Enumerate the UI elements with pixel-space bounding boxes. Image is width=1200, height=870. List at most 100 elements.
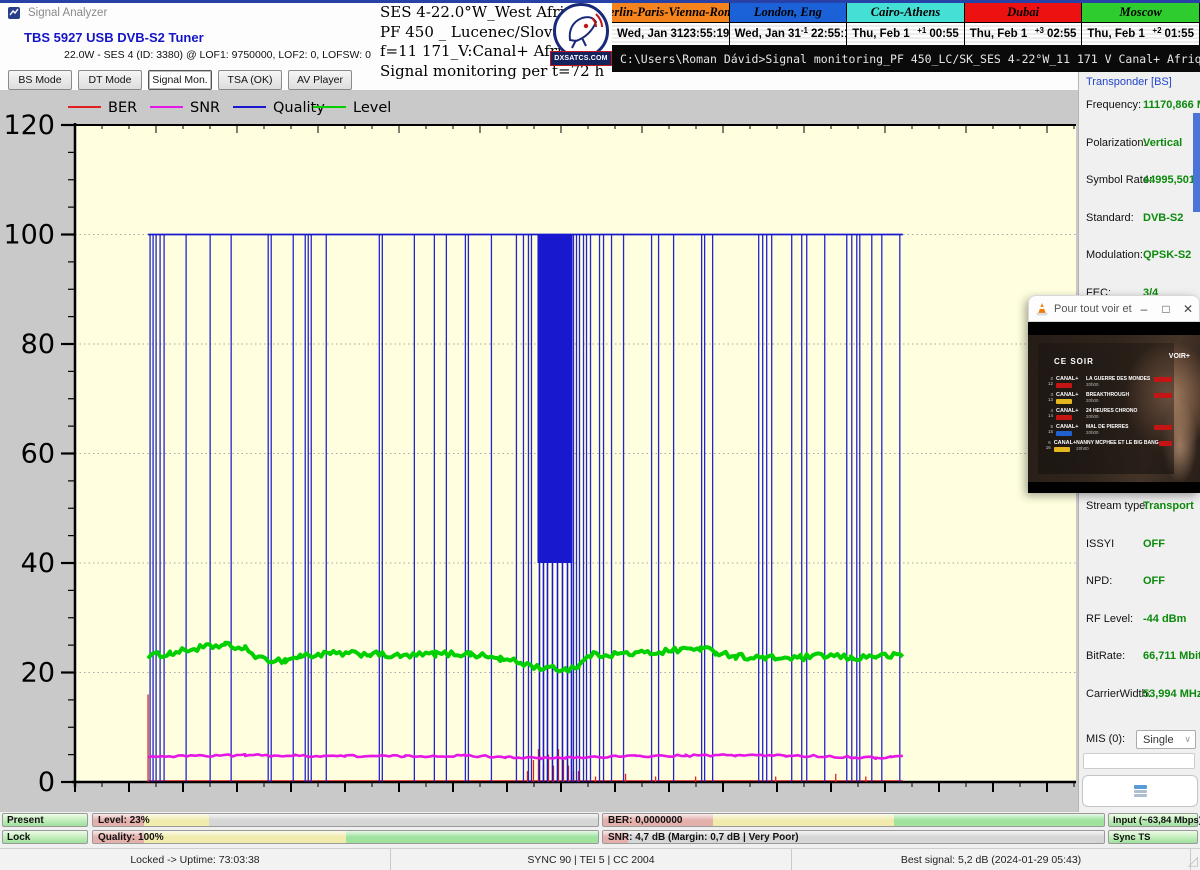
svg-text:120: 120 bbox=[3, 110, 55, 141]
guide-channel-badge bbox=[1056, 383, 1072, 388]
clocks: Berlin-Paris-Vienna-RomaWed, Jan 3123:55… bbox=[612, 3, 1200, 45]
svg-text:40: 40 bbox=[21, 548, 55, 579]
meter-pill-input-63-84-mbps-: Input (~63,84 Mbps) bbox=[1108, 813, 1198, 827]
meter-pill-label: Lock bbox=[7, 832, 30, 843]
status-sync-tei-cc: SYNC 90 | TEI 5 | CC 2004 bbox=[391, 849, 792, 870]
clock-time: 01:55 bbox=[1165, 28, 1194, 40]
clock-city: London, Eng bbox=[730, 3, 847, 23]
clock-london-eng: London, EngWed, Jan 31-122:55:19 bbox=[730, 3, 848, 45]
guide-voir-button: VOIR+ bbox=[1169, 353, 1190, 360]
clock-time: 00:55 bbox=[929, 28, 958, 40]
field-label: NPD: bbox=[1086, 575, 1196, 587]
guide-channel-number: 616 bbox=[1044, 439, 1051, 450]
guide-row: 212CANAL+LA GUERRE DES MONDES20h00 bbox=[1044, 375, 1172, 390]
guide-program-time: 20h00 bbox=[1086, 414, 1172, 420]
transponder-field-polarization-: Polarization:Vertical bbox=[1086, 137, 1196, 167]
maximize-icon[interactable]: □ bbox=[1155, 302, 1177, 316]
background-window-edge bbox=[1193, 113, 1200, 212]
clock-berlin-paris-vienna-roma: Berlin-Paris-Vienna-RomaWed, Jan 3123:55… bbox=[612, 3, 730, 45]
status-lock-uptime: Locked -> Uptime: 73:03:38 bbox=[0, 849, 391, 870]
app-window: Signal Analyzer TBS 5927 USB DVB-S2 Tune… bbox=[0, 0, 1200, 870]
clock-city: Berlin-Paris-Vienna-Roma bbox=[612, 3, 729, 23]
meter-pill-lock: Lock bbox=[2, 830, 88, 844]
mis-dropdown[interactable]: Single ∨ bbox=[1136, 730, 1196, 749]
guide-row: 515CANAL+MAL DE PIERRES20h00 bbox=[1044, 423, 1172, 438]
field-value: OFF bbox=[1143, 575, 1165, 587]
signal-chart-region: 020406080100120BERSNRQualityLevel bbox=[0, 90, 1078, 812]
guide-channel: CANAL+ bbox=[1056, 391, 1086, 404]
tuner-details: 22.0W - SES 4 (ID: 3380) @ LOF1: 9750000… bbox=[64, 49, 371, 61]
tab-dt-mode[interactable]: DT Mode bbox=[78, 70, 142, 90]
guide-program: BREAKTHROUGH20h00 bbox=[1086, 391, 1154, 404]
resize-grip-icon[interactable]: ◿ bbox=[1188, 853, 1198, 869]
meter-bar-ber: BER: 0,0000000 bbox=[602, 813, 1105, 827]
meter-pill-label: Input (~63,84 Mbps) bbox=[1113, 815, 1200, 826]
guide-channel-name: CANAL+ bbox=[1056, 392, 1086, 398]
save-button[interactable] bbox=[1082, 775, 1198, 807]
guide-row: 616CANAL+NANNY MCPHEE ET LE BIG BANG20h0… bbox=[1044, 439, 1172, 454]
clock-time-row: Thu, Feb 1+302:55 bbox=[965, 23, 1082, 45]
meter-bar-label: Quality: 100% bbox=[98, 832, 164, 843]
tab-tsa-ok-[interactable]: TSA (OK) bbox=[218, 70, 282, 90]
guide-row: 414CANAL+24 HEURES CHRONO20h00 bbox=[1044, 407, 1172, 422]
guide-channel: CANAL+ bbox=[1056, 407, 1086, 420]
tab-signal-mon-[interactable]: Signal Mon. bbox=[148, 70, 212, 90]
clock-time-row: Thu, Feb 1 +100:55 bbox=[847, 23, 964, 45]
tab-av-player[interactable]: AV Player bbox=[288, 70, 352, 90]
minimize-icon[interactable]: – bbox=[1133, 302, 1155, 316]
mode-tabs: BS Mode DT Mode Signal Mon. TSA (OK) AV Play… bbox=[8, 70, 352, 90]
transponder-panel-title: Transponder [BS] bbox=[1086, 76, 1172, 88]
vlc-window[interactable]: Pour tout voir et to... – □ ✕ CE SOIR VO… bbox=[1028, 295, 1200, 493]
guide-channel-number: 414 bbox=[1044, 407, 1053, 418]
guide-channel-badge bbox=[1056, 431, 1072, 436]
guide-program-time: 20h00 bbox=[1086, 430, 1154, 436]
transponder-empty-field[interactable] bbox=[1083, 753, 1195, 769]
close-icon[interactable]: ✕ bbox=[1177, 302, 1199, 316]
clock-date: Thu, Feb 1 bbox=[970, 28, 1028, 40]
mis-value: Single bbox=[1143, 734, 1174, 746]
tuner-name: TBS 5927 USB DVB-S2 Tuner bbox=[24, 30, 204, 45]
clock-time-row: Wed, Jan 31-122:55:19 bbox=[730, 23, 847, 45]
window-title: Signal Analyzer bbox=[28, 7, 107, 19]
clock-utc-offset: +2 bbox=[1152, 26, 1161, 35]
clock-time: 23:55:19 bbox=[683, 28, 729, 40]
clock-dubai: DubaiThu, Feb 1+302:55 bbox=[965, 3, 1083, 45]
terminal-prompt: C:\Users\Roman Dávid>Signal monitoring_P… bbox=[612, 52, 1200, 66]
signal-chart: 020406080100120BERSNRQualityLevel bbox=[0, 90, 1078, 812]
tab-bs-mode[interactable]: BS Mode bbox=[8, 70, 72, 90]
guide-program: MAL DE PIERRES20h00 bbox=[1086, 423, 1154, 436]
transponder-field-stream-type-: Stream type:Transport bbox=[1086, 500, 1196, 530]
transponder-field-standard-: Standard:DVB-S2 bbox=[1086, 212, 1196, 242]
field-value: Transport bbox=[1143, 500, 1194, 512]
guide-channel-name: CANAL+ bbox=[1056, 408, 1086, 414]
field-value: Vertical bbox=[1143, 137, 1182, 149]
clock-date: Thu, Feb 1 bbox=[1087, 28, 1145, 40]
svg-text:80: 80 bbox=[21, 329, 55, 360]
clock-utc-offset: +3 bbox=[1035, 26, 1044, 35]
guide-channel: CANAL+ bbox=[1056, 423, 1086, 436]
guide-channel-number: 212 bbox=[1044, 375, 1053, 386]
field-value: 66,711 Mbit/s bbox=[1143, 650, 1200, 662]
clock-date: Thu, Feb 1 bbox=[852, 28, 910, 40]
guide-heading: CE SOIR bbox=[1054, 357, 1094, 366]
session-line-1: SES 4-22.0°W_West Africa bbox=[380, 3, 565, 23]
meter-bar-label: Level: 23% bbox=[98, 815, 150, 826]
logo-text: DXSATCS.COM bbox=[550, 51, 612, 66]
session-line-4: Signal monitoring per t=72 h bbox=[380, 62, 565, 82]
clock-utc-offset: +1 bbox=[917, 26, 926, 35]
video-frame: CE SOIR VOIR+ 212CANAL+LA GUERRE DES MON… bbox=[1028, 335, 1200, 482]
svg-text:0: 0 bbox=[38, 767, 55, 798]
guide-channel-name: CANAL+ bbox=[1056, 424, 1086, 430]
guide-program-time: 20h00 bbox=[1086, 398, 1154, 404]
svg-text:100: 100 bbox=[3, 220, 55, 251]
clock-cairo-athens: Cairo-AthensThu, Feb 1+100:55 bbox=[847, 3, 965, 45]
transponder-field-symbol-rate-: Symbol Rate:44995,501 KS/s bbox=[1086, 174, 1196, 204]
svg-text:BER: BER bbox=[108, 100, 137, 116]
field-value: DVB-S2 bbox=[1143, 212, 1183, 224]
meter-pill-label: Sync TS bbox=[1113, 832, 1151, 843]
meter-rows: PresentLevel: 23%BER: 0,0000000Input (~6… bbox=[0, 813, 1200, 846]
world-clock-panel: Berlin-Paris-Vienna-RomaWed, Jan 3123:55… bbox=[612, 3, 1200, 72]
vlc-video-area[interactable]: CE SOIR VOIR+ 212CANAL+LA GUERRE DES MON… bbox=[1028, 322, 1200, 493]
guide-channel-name: CANAL+ bbox=[1054, 440, 1076, 446]
meter-bar-label: SNR: 4,7 dB (Margin: 0,7 dB | Very Poor) bbox=[608, 832, 799, 843]
